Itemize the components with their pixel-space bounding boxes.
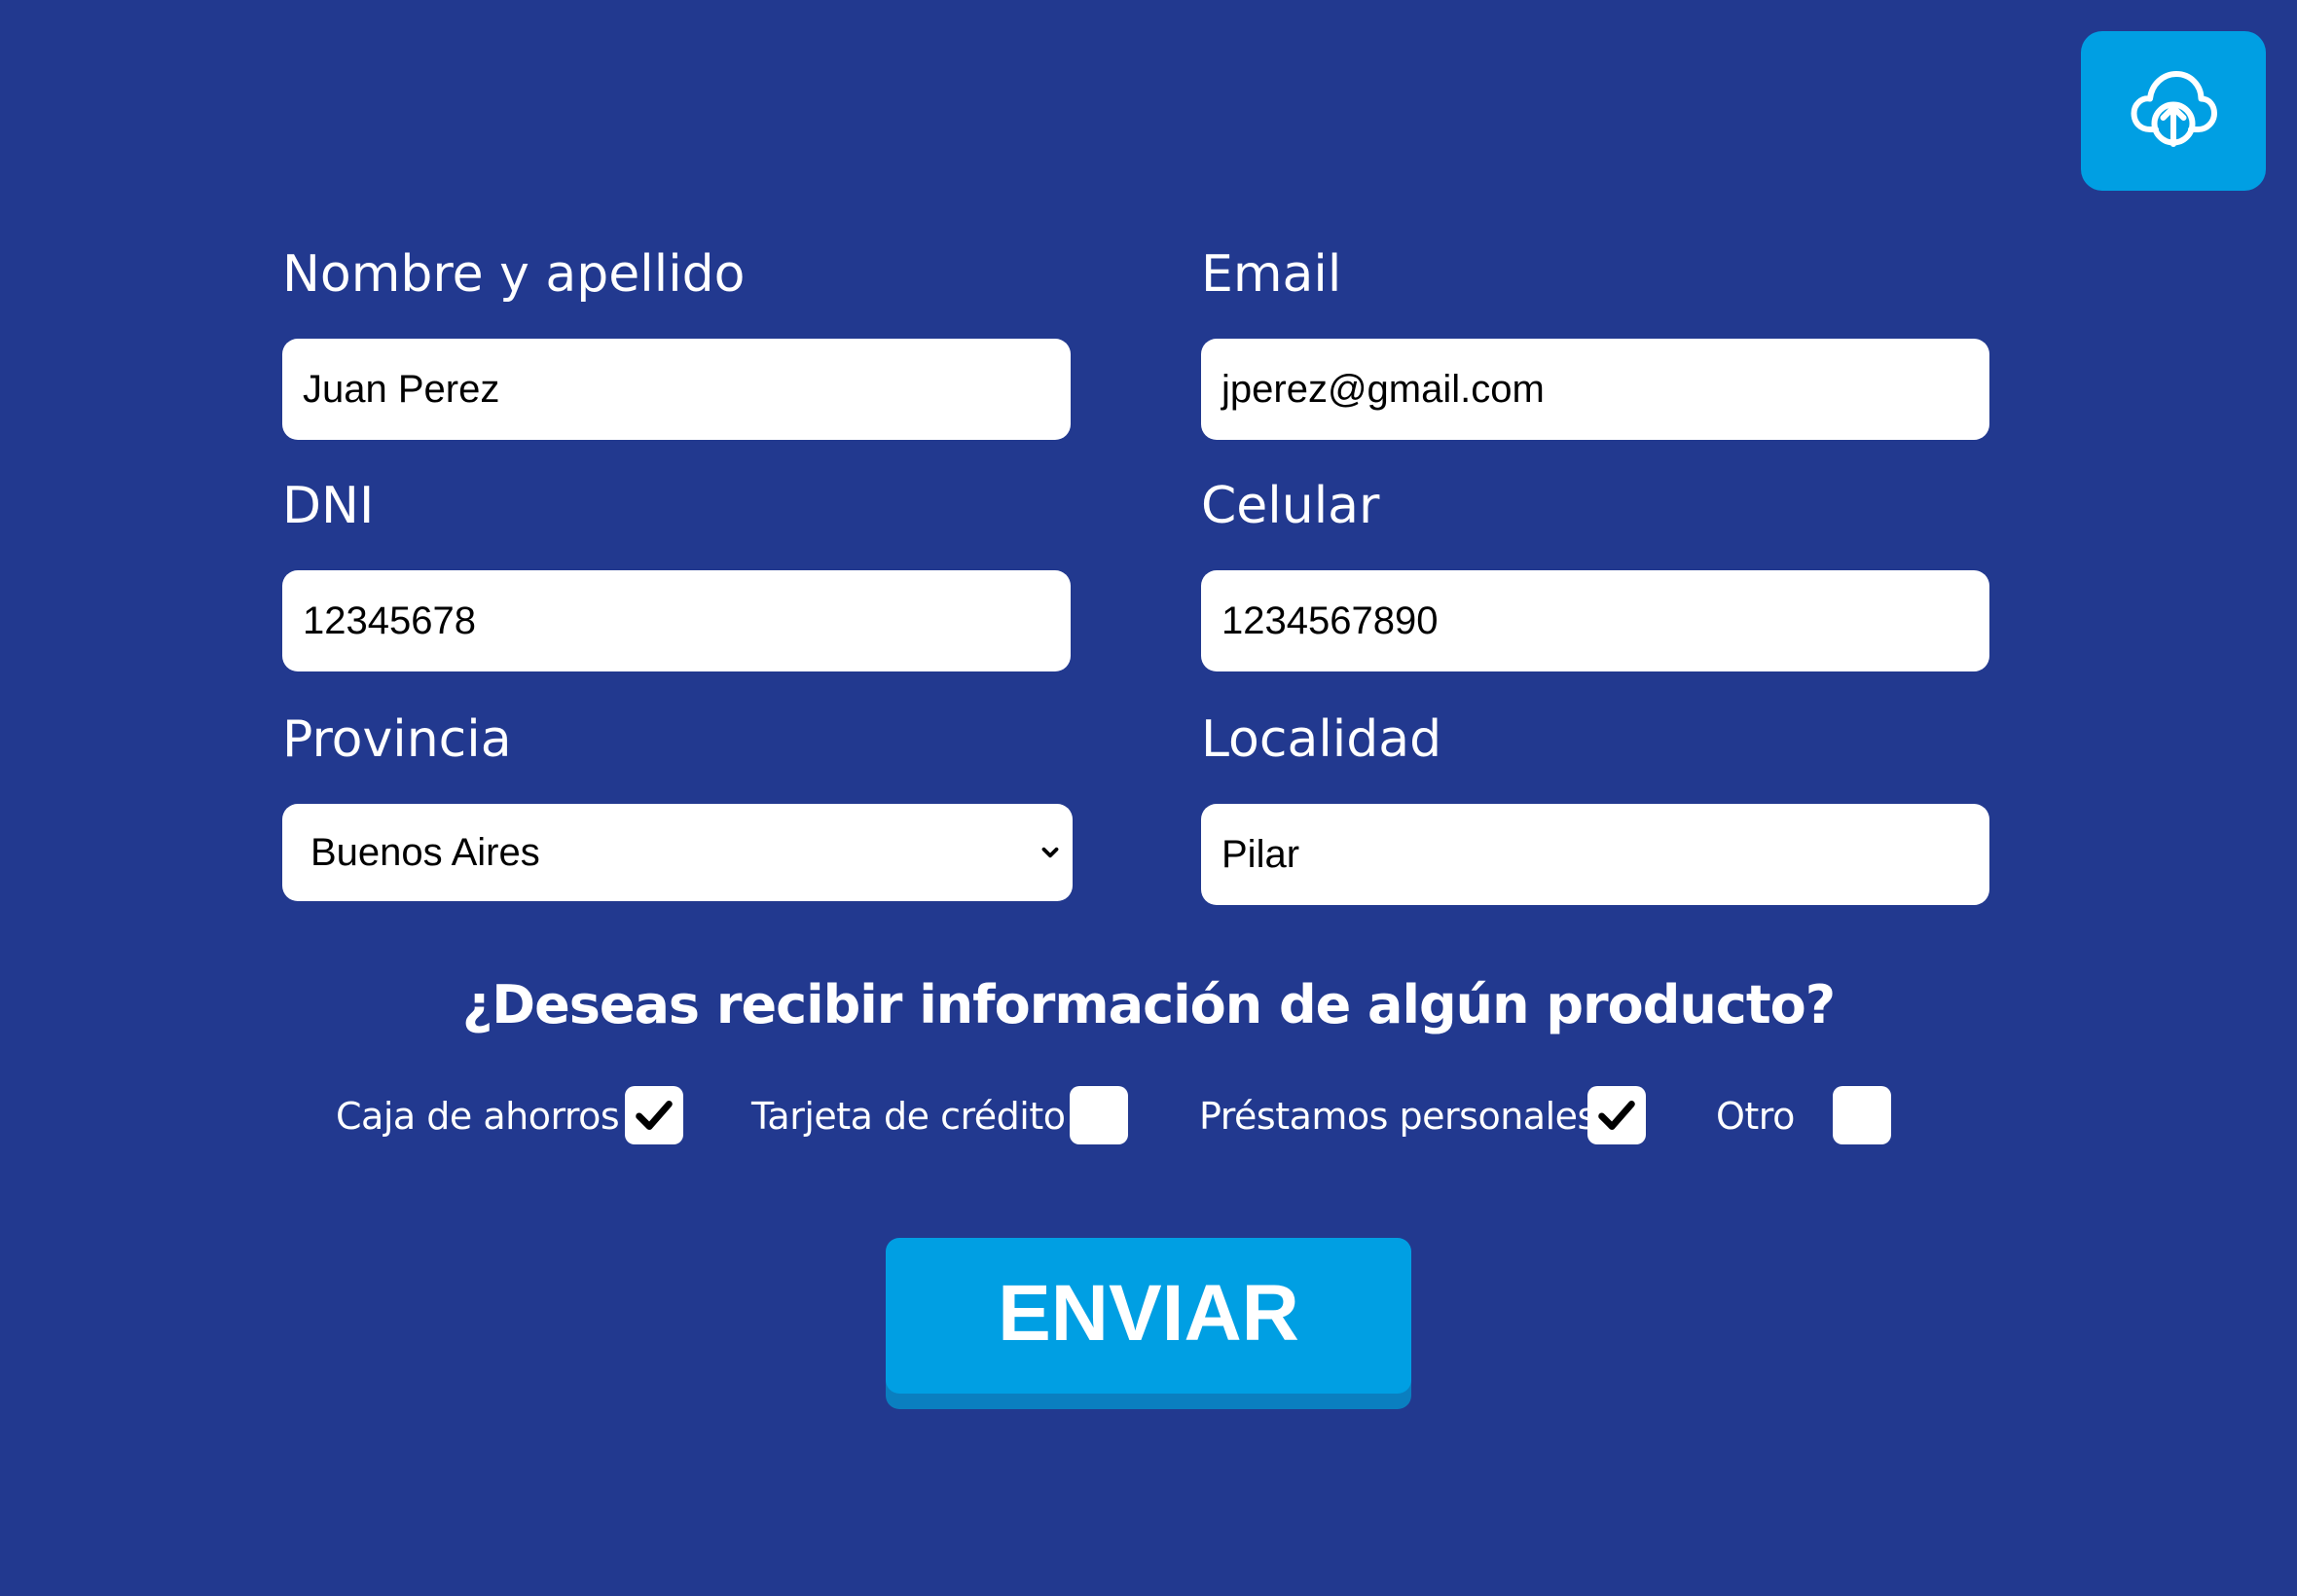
province-label: Provincia [282,710,512,769]
upload-button[interactable] [2081,31,2266,191]
products-question: ¿Deseas recibir información de algún pro… [461,974,1836,1035]
option-label-other: Otro [1716,1095,1795,1138]
checkbox-personal-loans[interactable] [1587,1086,1646,1144]
dni-field[interactable]: 12345678 [282,570,1071,671]
locality-label: Localidad [1201,710,1442,769]
dni-label: DNI [282,477,375,535]
cloud-upload-icon [2127,62,2220,161]
option-label-personal-loans: Préstamos personales [1199,1095,1596,1138]
chevron-down-icon [1041,847,1059,858]
option-label-credit-card: Tarjeta de crédito [751,1095,1066,1138]
phone-label: Celular [1201,477,1380,535]
email-label: Email [1201,245,1342,304]
checkmark-icon [1598,1101,1635,1130]
province-select[interactable]: Buenos Aires [282,804,1073,901]
name-field[interactable]: Juan Perez [282,339,1071,440]
option-label-savings: Caja de ahorros [336,1095,620,1138]
name-label: Nombre y apellido [282,245,746,304]
checkbox-credit-card[interactable] [1070,1086,1128,1144]
checkbox-savings[interactable] [625,1086,683,1144]
send-button[interactable]: ENVIAR [886,1238,1411,1394]
checkmark-icon [636,1101,673,1130]
email-field[interactable]: jperez@gmail.com [1201,339,1989,440]
phone-field[interactable]: 1234567890 [1201,570,1989,671]
province-select-value: Buenos Aires [310,830,540,874]
locality-field[interactable]: Pilar [1201,804,1989,905]
checkbox-other[interactable] [1833,1086,1891,1144]
